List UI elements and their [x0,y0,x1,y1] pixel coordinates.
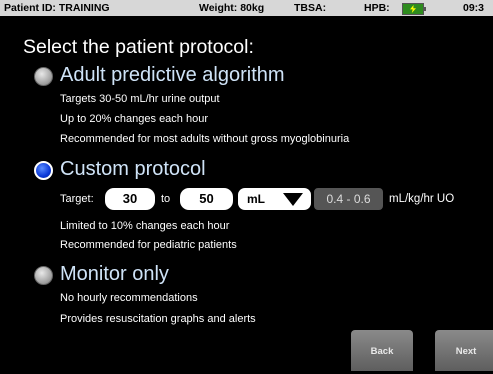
option-title-monitor-only[interactable]: Monitor only [60,263,169,286]
unit-dropdown[interactable]: mL [238,188,311,210]
radio-adult-predictive[interactable] [34,67,53,86]
option-title-adult-predictive[interactable]: Adult predictive algorithm [60,64,285,87]
tbsa: TBSA: [294,2,327,14]
back-button[interactable]: Back [351,330,413,371]
option-description: No hourly recommendations [60,292,198,304]
option-description: Limited to 10% changes each hour [60,220,230,232]
clock: 09:3 [463,2,485,14]
weight: Weight: 80kg [199,2,265,14]
option-description: Up to 20% changes each hour [60,113,208,125]
dropdown-arrow-icon [283,193,303,206]
battery-icon [402,3,426,15]
target-label: Target: [60,193,94,205]
radio-custom-protocol[interactable] [34,161,53,180]
option-description: Targets 30-50 mL/hr urine output [60,93,220,105]
status-bar: Patient ID: TRAINING Weight: 80kg TBSA: … [0,0,493,16]
option-title-custom-protocol[interactable]: Custom protocol [60,158,206,181]
page-title: Select the patient protocol: [23,36,254,58]
target-low-input[interactable]: 30 [105,188,155,210]
unit-value: mL [247,192,265,206]
range-unit: mL/kg/hr UO [389,193,455,205]
hpb: HPB: [364,2,390,14]
option-description: Recommended for pediatric patients [60,239,237,251]
target-high-input[interactable]: 50 [180,188,233,210]
range-value: 0.4 - 0.6 [314,188,383,210]
option-description: Recommended for most adults without gros… [60,133,350,145]
to-label: to [161,193,171,205]
radio-monitor-only[interactable] [34,266,53,285]
patient-id: Patient ID: TRAINING [4,2,110,14]
next-button[interactable]: Next [435,330,493,371]
option-description: Provides resuscitation graphs and alerts [60,313,256,325]
